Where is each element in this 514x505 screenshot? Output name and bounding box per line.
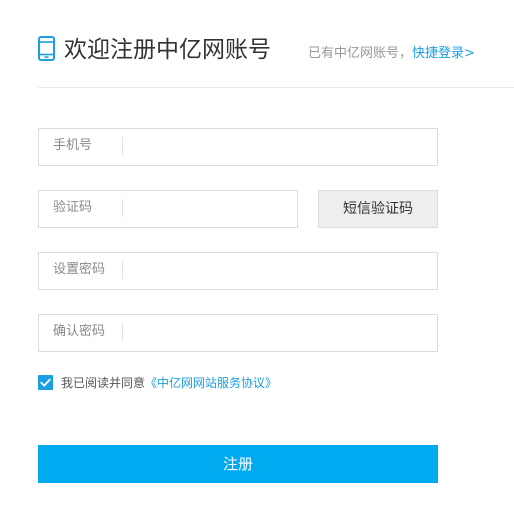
code-field[interactable]: 验证码: [38, 190, 298, 228]
phone-separator: [122, 137, 123, 155]
phone-label: 手机号: [53, 138, 93, 153]
login-prompt: 已有中亿网账号，: [308, 46, 413, 61]
register-page: 欢迎注册中亿网账号 已有中亿网账号，快捷登录> 手机号 验证码 短信验证码 设置…: [0, 0, 514, 505]
service-agreement-link[interactable]: 《中亿网网站服务协议》: [145, 376, 277, 390]
login-hint: 已有中亿网账号，快捷登录>: [308, 45, 475, 63]
header-divider: [38, 87, 514, 88]
phone-field[interactable]: 手机号: [38, 128, 438, 166]
password-input[interactable]: [131, 254, 431, 286]
sms-code-button[interactable]: 短信验证码: [318, 190, 438, 228]
password-label: 设置密码: [53, 262, 106, 277]
confirm-password-field[interactable]: 确认密码: [38, 314, 438, 352]
agreement-prefix: 我已阅读并同意: [61, 376, 146, 390]
page-header: 欢迎注册中亿网账号 已有中亿网账号，快捷登录>: [38, 32, 514, 72]
agreement-text: 我已阅读并同意《中亿网网站服务协议》: [61, 374, 277, 392]
code-separator: [122, 199, 123, 217]
confirm-password-label: 确认密码: [53, 324, 106, 339]
confirm-password-separator: [122, 323, 123, 341]
password-field[interactable]: 设置密码: [38, 252, 438, 290]
code-input[interactable]: [131, 192, 291, 224]
register-button[interactable]: 注册: [38, 445, 438, 483]
agreement-checkbox[interactable]: [38, 375, 53, 390]
confirm-password-input[interactable]: [131, 316, 431, 348]
password-separator: [122, 261, 123, 279]
code-label: 验证码: [53, 200, 93, 215]
mobile-phone-icon: [38, 36, 55, 61]
page-title: 欢迎注册中亿网账号: [64, 37, 271, 63]
checkmark-icon: [40, 378, 51, 387]
phone-input[interactable]: [131, 130, 431, 162]
quick-login-link[interactable]: 快捷登录>: [412, 46, 475, 61]
